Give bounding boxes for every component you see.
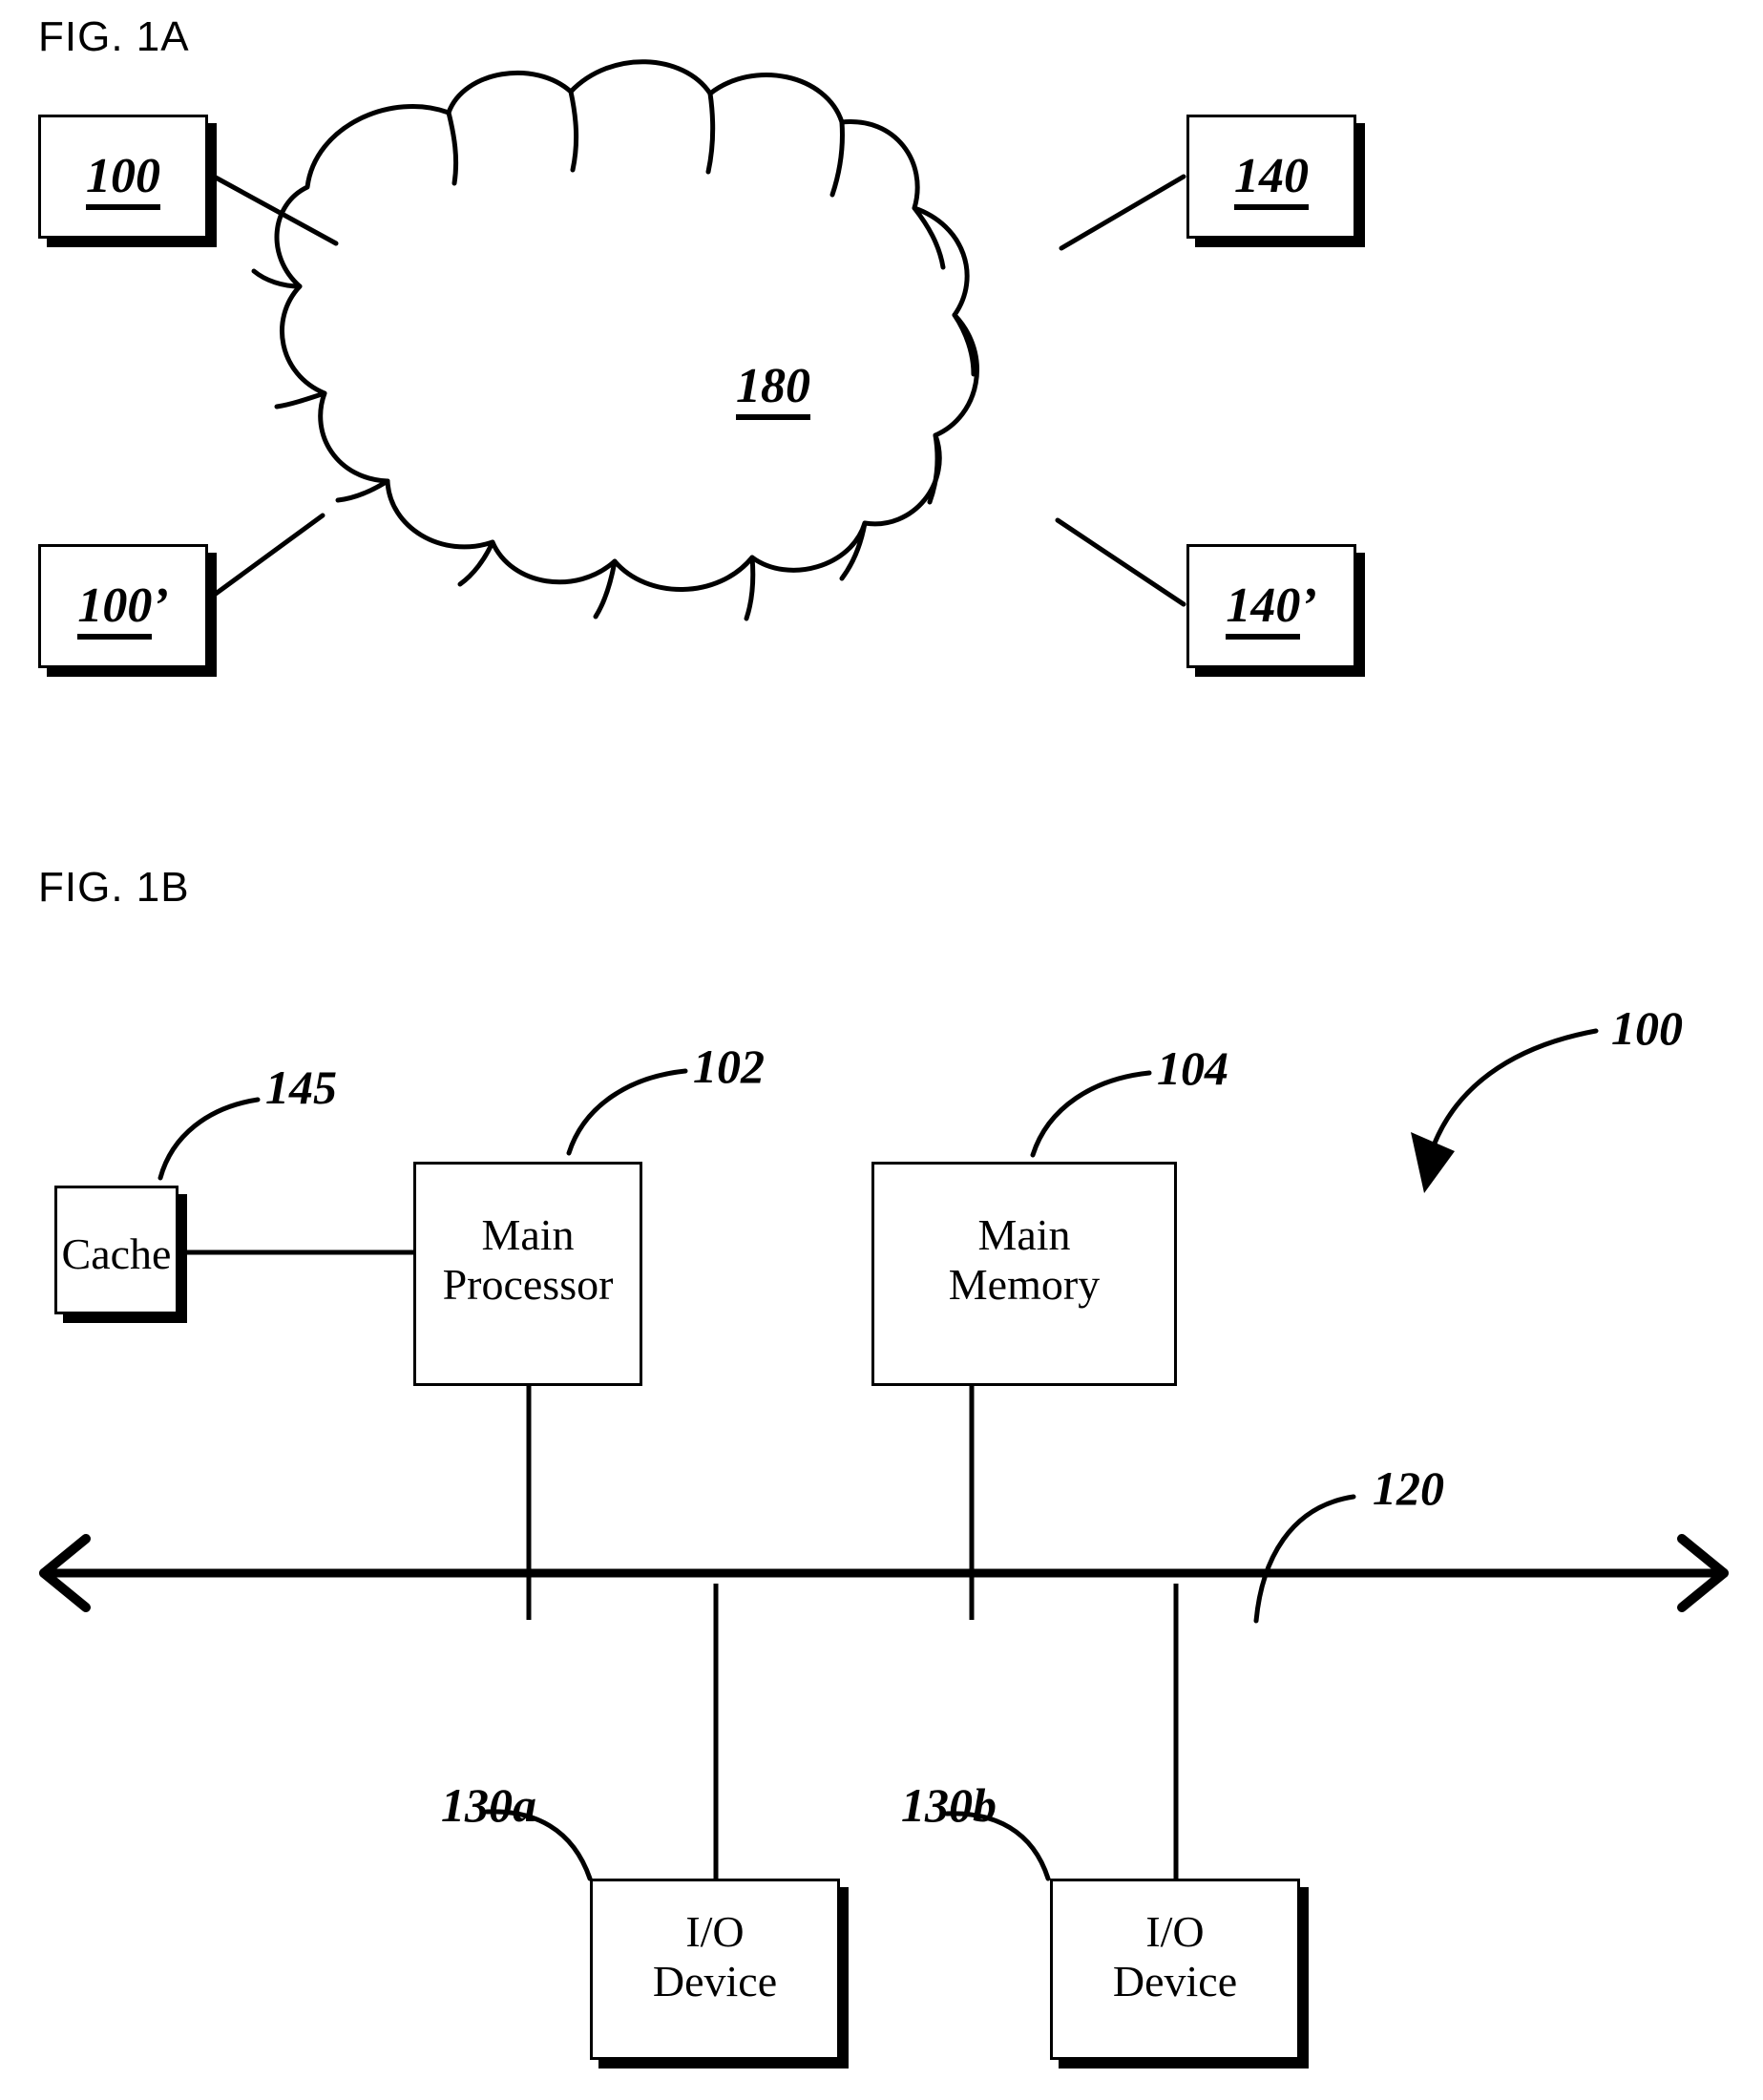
main-memory-ref-104: 104 bbox=[1157, 1041, 1228, 1095]
node-ref-100-prime-mark: ’ bbox=[152, 578, 169, 633]
node-ref-140-prime: 140’ bbox=[1186, 578, 1356, 640]
io-device-a-label-line1: I/O bbox=[685, 1907, 745, 1956]
node-ref-140-prime-mark: ’ bbox=[1300, 578, 1317, 633]
figure-label-1a: FIG. 1A bbox=[38, 13, 190, 60]
assembly-ref-100: 100 bbox=[1611, 1001, 1683, 1055]
cache-ref-145: 145 bbox=[265, 1060, 337, 1114]
cloud-ref-180: 180 bbox=[678, 358, 869, 420]
connector-140-to-180 bbox=[1059, 174, 1186, 251]
assembly-arrow-100-curve bbox=[1431, 1028, 1599, 1148]
io-device-b-label-line2: Device bbox=[1112, 1956, 1238, 2006]
node-ref-140: 140 bbox=[1186, 148, 1356, 210]
main-memory-label-line2: Memory bbox=[948, 1259, 1101, 1309]
connector-100-to-180 bbox=[202, 169, 339, 246]
leader-120 bbox=[1253, 1494, 1356, 1624]
main-processor-label-line2: Processor bbox=[442, 1259, 614, 1309]
system-bus-ref-120: 120 bbox=[1373, 1461, 1444, 1515]
connector-140p-to-180 bbox=[1055, 517, 1186, 607]
patent-drawing-sheet: FIG. 1A 100 140 100’ 140’ 180 FIG. 1B 10… bbox=[0, 0, 1763, 2100]
node-ref-100-text: 100 bbox=[86, 149, 160, 210]
io-device-b-label: I/O Device bbox=[1050, 1907, 1300, 2006]
system-bus-120 bbox=[39, 1534, 1729, 1612]
io-device-b-label-line1: I/O bbox=[1145, 1907, 1205, 1956]
cache-box-label: Cache bbox=[61, 1229, 172, 1278]
main-memory-label-line1: Main bbox=[977, 1210, 1071, 1259]
node-ref-100: 100 bbox=[38, 148, 208, 210]
io-device-a-label: I/O Device bbox=[590, 1907, 840, 2006]
cloud-shape-180 bbox=[251, 59, 979, 621]
diagram-vector-layer bbox=[39, 59, 1729, 1881]
main-processor-label-line1: Main bbox=[481, 1210, 575, 1259]
leader-145 bbox=[157, 1097, 261, 1181]
io-device-a-ref-130a: 130a bbox=[441, 1778, 536, 1832]
figure-label-1b: FIG. 1B bbox=[38, 864, 190, 911]
connector-100p-to-180 bbox=[202, 513, 325, 604]
leader-102 bbox=[566, 1068, 688, 1156]
assembly-arrow-100-head bbox=[1411, 1132, 1455, 1193]
main-memory-label: Main Memory bbox=[871, 1210, 1177, 1309]
bus-drop-lines bbox=[526, 1386, 1179, 1879]
node-ref-100-prime: 100’ bbox=[38, 578, 208, 640]
io-device-b-ref-130b: 130b bbox=[901, 1778, 997, 1832]
main-processor-ref-102: 102 bbox=[693, 1040, 765, 1093]
node-ref-140-prime-digits: 140 bbox=[1226, 578, 1301, 640]
io-device-a-label-line2: Device bbox=[652, 1956, 778, 2006]
node-ref-100-prime-digits: 100 bbox=[77, 578, 153, 640]
reference-leader-lines bbox=[157, 1028, 1599, 1881]
node-ref-140-text: 140 bbox=[1234, 149, 1309, 210]
cloud-ref-180-text: 180 bbox=[736, 359, 810, 420]
main-processor-label: Main Processor bbox=[394, 1210, 661, 1309]
leader-104 bbox=[1030, 1070, 1152, 1158]
